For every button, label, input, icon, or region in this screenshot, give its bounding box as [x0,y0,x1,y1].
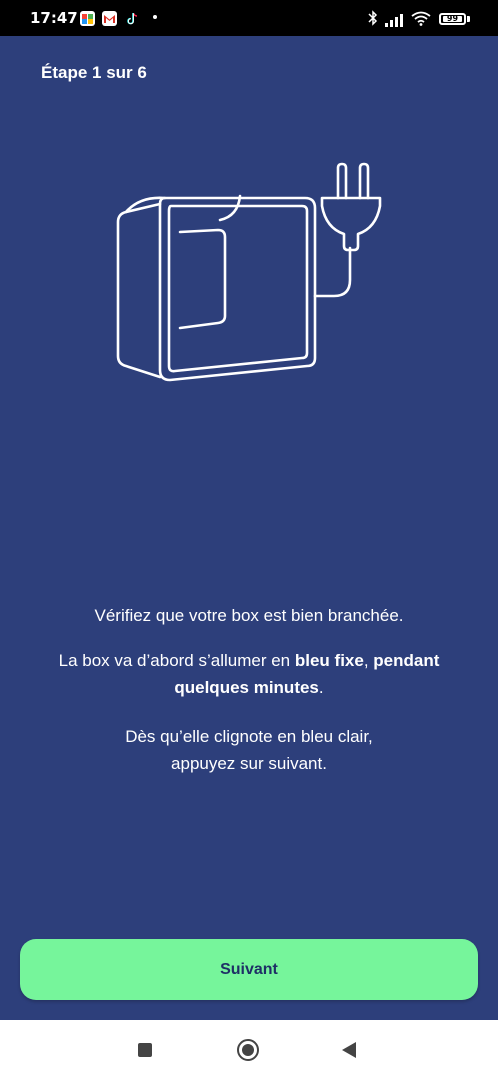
back-icon[interactable] [342,1042,356,1058]
instruction-led-color: bleu fixe [294,651,364,670]
battery-text: 99 [446,14,459,23]
instruction-led-period: . [318,678,324,697]
instruction-press-next-line1: Dès qu’elle clignote en bleu clair, [125,727,373,746]
notification-dot [153,15,157,19]
app-notification-icon [80,11,95,26]
wifi-icon [411,11,431,30]
home-icon[interactable] [237,1039,259,1061]
router-box-with-power-plug-icon [100,148,400,393]
status-bar: 17:47 99 [0,0,498,36]
battery-icon: 99 [439,13,466,25]
status-time: 17:47 [30,9,78,27]
instruction-check-connection: Vérifiez que votre box est bien branchée… [94,606,404,625]
tiktok-icon [125,11,140,26]
step-indicator: Étape 1 sur 6 [41,63,147,82]
instruction-press-next-line2: appuyez sur suivant. [171,754,327,773]
system-nav-bar [0,1020,498,1080]
instruction-led-status: La box va d’abord s’allumer en bleu fixe… [20,647,478,701]
onboarding-screen: Étape 1 sur 6 Vérifiez que votre box est… [0,36,498,1020]
recent-apps-icon[interactable] [138,1043,152,1057]
instruction-led-text: La box va d’abord s’allumer en [58,651,295,670]
next-button[interactable]: Suivant [20,939,478,1000]
bluetooth-icon [368,10,378,30]
gmail-icon [102,11,117,26]
instruction-led-separator: , [363,651,374,670]
instruction-press-next: Dès qu’elle clignote en bleu clair, appu… [20,723,478,777]
battery-tip [467,16,470,22]
home-icon-inner [242,1044,254,1056]
signal-icon [385,12,405,31]
